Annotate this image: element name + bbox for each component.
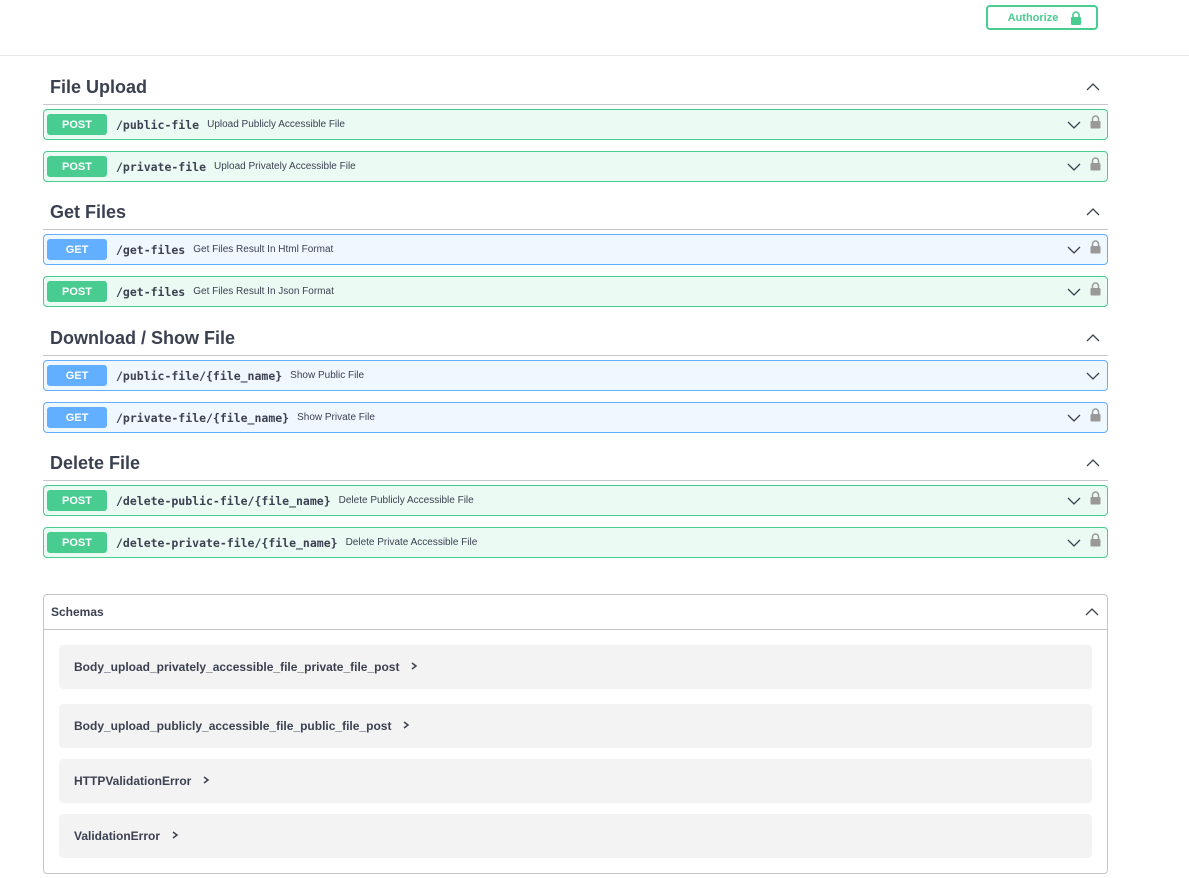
operation-path: /delete-private-file/{file_name} [116, 535, 338, 550]
lock-icon[interactable] [1090, 491, 1101, 510]
lock-icon[interactable] [1090, 157, 1101, 176]
schema-model[interactable]: ValidationError [59, 814, 1092, 858]
chevron-down-icon[interactable] [1066, 493, 1082, 509]
chevron-up-icon[interactable] [1085, 204, 1101, 220]
operation-path: /public-file/{file_name} [116, 368, 283, 383]
tag-section: Get Files GET/get-files Get Files Result I… [43, 195, 1108, 307]
schema-model[interactable]: HTTPValidationError [59, 759, 1092, 803]
operation-row[interactable]: POST/get-files Get Files Result In Json F… [43, 276, 1108, 307]
operation-controls [1066, 277, 1101, 306]
method-badge: POST [47, 281, 107, 302]
authorize-button[interactable]: Authorize [986, 5, 1098, 30]
tag-title: File Upload [50, 76, 148, 97]
top-bar: Authorize [0, 0, 1189, 56]
chevron-up-icon[interactable] [1085, 79, 1101, 95]
chevron-down-icon[interactable] [1066, 159, 1082, 175]
schema-model[interactable]: Body_upload_privately_accessible_file_pr… [59, 645, 1092, 689]
chevron-up-icon[interactable] [1085, 330, 1101, 346]
operation-row[interactable]: POST/public-file Upload Publicly Accessib… [43, 109, 1108, 140]
operation-path: /private-file [116, 159, 207, 174]
method-badge: GET [47, 365, 107, 386]
tag-header[interactable]: Delete File [43, 446, 1108, 481]
operation-summary: Get Files Result In Html Format [193, 244, 334, 255]
operation-controls [1085, 361, 1101, 390]
operation-row[interactable]: GET/public-file/{file_name} Show Public F… [43, 360, 1108, 391]
operation-path: /get-files [116, 242, 186, 257]
chevron-down-icon[interactable] [1066, 410, 1082, 426]
operation-controls [1066, 235, 1101, 264]
chevron-right-icon[interactable] [170, 827, 180, 845]
operation-summary: Delete Private Accessible File [345, 537, 478, 548]
schemas-header[interactable]: Schemas [44, 595, 1107, 630]
tag-section: Delete File POST/delete-public-file/{file… [43, 446, 1108, 558]
lock-icon[interactable] [1090, 240, 1101, 259]
schema-model-name: Body_upload_publicly_accessible_file_pub… [74, 719, 392, 733]
operation-path: /delete-public-file/{file_name} [116, 493, 331, 508]
operation-controls [1066, 152, 1101, 181]
operation-row[interactable]: GET/private-file/{file_name} Show Private… [43, 402, 1108, 433]
chevron-up-icon[interactable] [1084, 604, 1100, 620]
lock-icon[interactable] [1090, 282, 1101, 301]
chevron-down-icon[interactable] [1066, 242, 1082, 258]
tag-section: Download / Show File GET/public-file/{fil… [43, 321, 1108, 433]
chevron-right-icon[interactable] [409, 658, 419, 676]
tag-header[interactable]: File Upload [43, 70, 1108, 105]
operation-path: /get-files [116, 284, 186, 299]
operation-controls [1066, 403, 1101, 432]
operation-row[interactable]: GET/get-files Get Files Result In Html Fo… [43, 234, 1108, 265]
authorize-label: Authorize [1007, 11, 1059, 24]
lock-icon[interactable] [1090, 533, 1101, 552]
operation-row[interactable]: POST/private-file Upload Privately Access… [43, 151, 1108, 182]
schema-model-name: ValidationError [74, 829, 161, 843]
chevron-down-icon[interactable] [1066, 284, 1082, 300]
method-badge: POST [47, 114, 107, 135]
operation-path: /private-file/{file_name} [116, 410, 290, 425]
tag-section: File Upload POST/public-file Upload Public… [43, 70, 1108, 182]
operation-summary: Show Public File [290, 370, 365, 381]
method-badge: GET [47, 239, 107, 260]
operation-row[interactable]: POST/delete-private-file/{file_name} Dele… [43, 527, 1108, 558]
chevron-down-icon[interactable] [1085, 368, 1101, 384]
method-badge: POST [47, 532, 107, 553]
lock-icon [1070, 10, 1082, 25]
chevron-right-icon[interactable] [401, 717, 411, 735]
operation-controls [1066, 486, 1101, 515]
schema-model-name: HTTPValidationError [74, 774, 192, 788]
chevron-right-icon[interactable] [201, 772, 211, 790]
chevron-down-icon[interactable] [1066, 535, 1082, 551]
operation-controls [1066, 110, 1101, 139]
chevron-up-icon[interactable] [1085, 455, 1101, 471]
tag-header[interactable]: Download / Show File [43, 321, 1108, 356]
method-badge: GET [47, 407, 107, 428]
operation-controls [1066, 528, 1101, 557]
chevron-down-icon[interactable] [1066, 117, 1082, 133]
tag-title: Delete File [50, 452, 141, 473]
operation-summary: Upload Privately Accessible File [214, 161, 356, 172]
operation-summary: Upload Publicly Accessible File [207, 119, 345, 130]
schema-model[interactable]: Body_upload_publicly_accessible_file_pub… [59, 704, 1092, 748]
method-badge: POST [47, 490, 107, 511]
operation-summary: Show Private File [297, 412, 375, 423]
schemas-panel: Schemas Body_upload_privately_accessible… [43, 594, 1108, 874]
operation-summary: Delete Publicly Accessible File [338, 495, 474, 506]
operation-row[interactable]: POST/delete-public-file/{file_name} Delet… [43, 485, 1108, 516]
tag-title: Download / Show File [50, 327, 236, 348]
schema-model-name: Body_upload_privately_accessible_file_pr… [74, 660, 400, 674]
tag-title: Get Files [50, 201, 127, 222]
tag-header[interactable]: Get Files [43, 195, 1108, 230]
operation-summary: Get Files Result In Json Format [193, 286, 334, 297]
lock-icon[interactable] [1090, 115, 1101, 134]
method-badge: POST [47, 156, 107, 177]
schemas-title: Schemas [51, 605, 104, 619]
lock-icon[interactable] [1090, 408, 1101, 427]
operation-path: /public-file [116, 117, 200, 132]
